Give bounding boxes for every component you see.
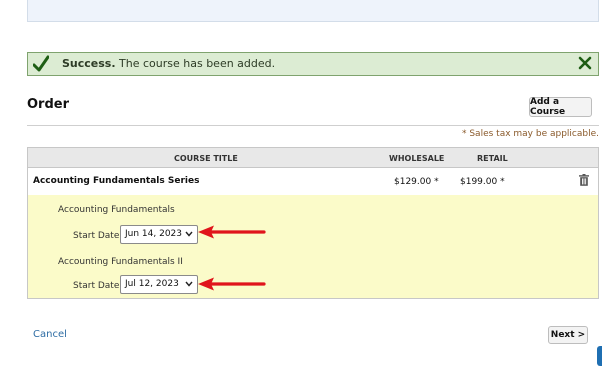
cancel-link[interactable]: Cancel <box>33 329 67 340</box>
top-info-bar <box>27 0 599 22</box>
annotation-arrow-icon <box>198 225 266 239</box>
start-date-label: Start Date: <box>73 281 123 291</box>
column-header-course-title: COURSE TITLE <box>174 154 238 163</box>
column-header-wholesale: WHOLESALE <box>389 154 445 163</box>
trash-icon[interactable] <box>579 174 589 186</box>
sub-course-title: Accounting Fundamentals II <box>58 257 183 267</box>
annotation-arrow-icon <box>198 277 266 291</box>
start-date-select[interactable]: Jul 12, 2023 <box>120 275 198 294</box>
check-icon <box>33 55 49 72</box>
sub-courses-panel: Accounting Fundamentals Start Date: Jun … <box>28 195 598 298</box>
divider <box>27 125 599 126</box>
sub-course-title: Accounting Fundamentals <box>58 205 175 215</box>
start-date-value: Jul 12, 2023 <box>125 279 179 289</box>
start-date-select[interactable]: Jun 14, 2023 <box>120 225 198 244</box>
start-date-value: Jun 14, 2023 <box>125 229 183 239</box>
table-header: COURSE TITLE WHOLESALE RETAIL <box>28 148 598 168</box>
scroll-handle[interactable] <box>597 346 602 366</box>
close-icon[interactable] <box>578 56 592 70</box>
table-row: Accounting Fundamentals Series $129.00 *… <box>28 168 598 195</box>
alert-message: Success. The course has been added. <box>62 57 275 70</box>
order-table: COURSE TITLE WHOLESALE RETAIL Accounting… <box>27 147 599 299</box>
retail-price: $199.00 * <box>460 177 505 187</box>
next-button[interactable]: Next > <box>548 326 588 344</box>
chevron-down-icon <box>185 281 193 287</box>
alert-status: Success. <box>62 57 116 70</box>
column-header-retail: RETAIL <box>477 154 508 163</box>
chevron-down-icon <box>185 231 193 237</box>
page-title: Order <box>27 97 69 112</box>
add-course-button[interactable]: Add a Course <box>529 97 592 117</box>
success-alert: Success. The course has been added. <box>27 52 599 76</box>
wholesale-price: $129.00 * <box>394 177 439 187</box>
course-name: Accounting Fundamentals Series <box>33 176 200 186</box>
alert-text: The course has been added. <box>115 57 276 70</box>
tax-note: * Sales tax may be applicable. <box>461 129 599 139</box>
start-date-label: Start Date: <box>73 231 123 241</box>
